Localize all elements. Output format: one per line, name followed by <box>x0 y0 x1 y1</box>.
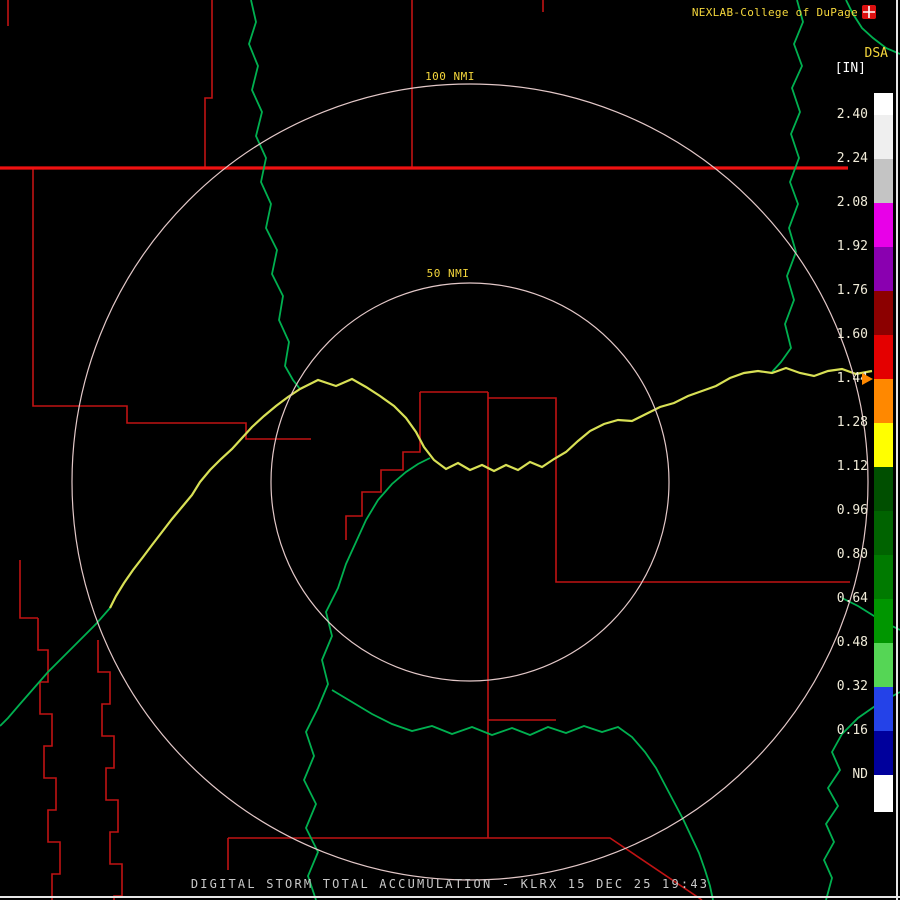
colorbar-label: 1.44 <box>836 371 868 386</box>
colorbar-segment <box>874 203 893 247</box>
colorbar-segment <box>874 159 893 203</box>
product-title: DIGITAL STORM TOTAL ACCUMULATION - KLRX … <box>190 877 710 891</box>
colorbar-label: 1.60 <box>836 327 868 342</box>
colorbar-segment <box>874 335 893 379</box>
max-value-arrow <box>862 373 873 385</box>
colorbar-segment <box>874 775 893 812</box>
colorbar-label: 0.32 <box>836 679 868 694</box>
colorbar-segment <box>874 643 893 687</box>
colorbar-segment <box>874 511 893 555</box>
colorbar-segment <box>874 555 893 599</box>
colorbar-segment <box>874 687 893 731</box>
colorbar-label: ND <box>852 767 868 782</box>
rivers <box>0 0 900 900</box>
colorbar-label: 2.08 <box>836 195 868 210</box>
colorbar-label: 0.64 <box>836 591 868 606</box>
colorbar-segment <box>874 247 893 291</box>
colorbar-segment <box>874 291 893 335</box>
colorbar-label: 2.24 <box>836 151 868 166</box>
colorbar-segment <box>874 93 893 115</box>
colorbar-segment <box>874 599 893 643</box>
range-ring-100nmi <box>71 83 869 881</box>
range-ring-50-label: 50 NMI <box>427 267 470 280</box>
colorbar-segment <box>874 731 893 775</box>
product-code: DSA <box>864 46 888 61</box>
brand-text: NEXLAB-College of DuPage <box>691 6 858 19</box>
colorbar-label: 1.76 <box>836 283 868 298</box>
colorbar-label: 2.40 <box>836 107 868 122</box>
radar-display: 100 NMI 50 NMI NEXLAB-College of DuPage … <box>0 0 900 900</box>
colorbar-label: 0.80 <box>836 547 868 562</box>
colorbar-label: 1.12 <box>836 459 868 474</box>
colorbar-label: 1.28 <box>836 415 868 430</box>
colorbar: 2.40 2.24 2.08 1.92 1.76 1.60 1.44 1.28 1.12 0.96… <box>820 93 894 812</box>
colorbar-label: 0.16 <box>836 723 868 738</box>
county-boundaries <box>7 0 850 900</box>
colorbar-label: 1.92 <box>836 239 868 254</box>
colorbar-segment <box>874 115 893 159</box>
colorbar-label: 0.48 <box>836 635 868 650</box>
colorbar-segment <box>874 423 893 467</box>
range-ring-50nmi <box>270 282 670 682</box>
cod-logo-icon <box>862 5 876 19</box>
range-ring-100-label: 100 NMI <box>425 70 475 83</box>
frame-line-bottom <box>0 896 900 898</box>
colorbar-segment <box>874 467 893 511</box>
frame-line-right <box>896 0 898 900</box>
product-units: [IN] <box>834 61 866 76</box>
colorbar-label: 0.96 <box>836 503 868 518</box>
precip-swath <box>109 366 873 609</box>
radar-map: 100 NMI 50 NMI <box>0 0 900 900</box>
colorbar-segment <box>874 379 893 423</box>
